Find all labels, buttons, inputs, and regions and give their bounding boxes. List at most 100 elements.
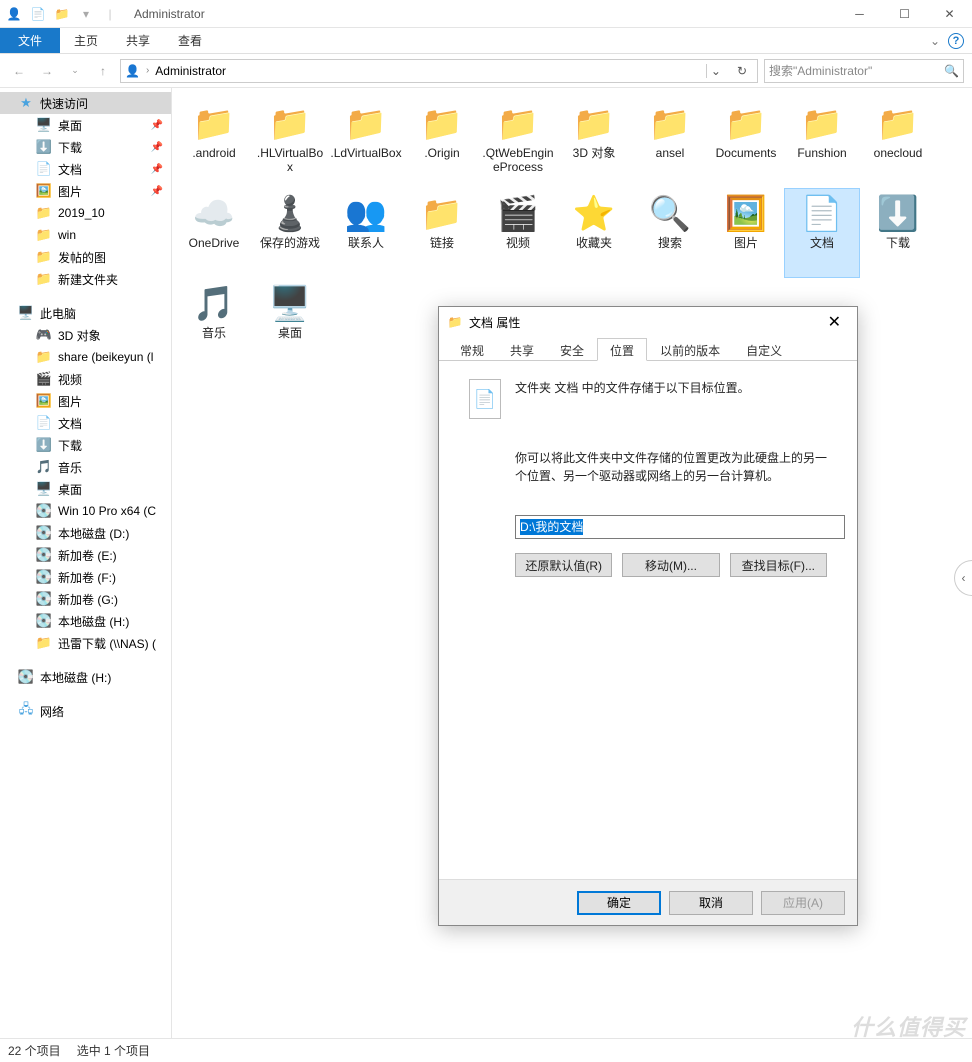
- folder-item[interactable]: 📁.Origin: [404, 98, 480, 188]
- folder-item[interactable]: 📁.android: [176, 98, 252, 188]
- address-dropdown-icon[interactable]: ⌄: [706, 64, 725, 78]
- item-icon: 💽: [36, 613, 52, 629]
- item-icon: 💽: [36, 569, 52, 585]
- close-button[interactable]: ✕: [927, 0, 972, 28]
- dialog-tab[interactable]: 以前的版本: [647, 338, 733, 361]
- folder-item[interactable]: 🖼️图片: [708, 188, 784, 278]
- up-button[interactable]: ↑: [92, 60, 114, 82]
- folder-item[interactable]: 📁3D 对象: [556, 98, 632, 188]
- sidebar-item[interactable]: 💽本地磁盘 (D:): [0, 522, 171, 544]
- sidebar-item[interactable]: 📁发帖的图: [0, 246, 171, 268]
- folder-item[interactable]: 👥联系人: [328, 188, 404, 278]
- path-input[interactable]: D:\我的文档: [515, 515, 845, 539]
- sidebar-item[interactable]: 🖼️图片: [0, 390, 171, 412]
- tab-file[interactable]: 文件: [0, 28, 60, 53]
- sidebar-item[interactable]: 📄文档: [0, 412, 171, 434]
- dialog-tab[interactable]: 安全: [547, 338, 597, 361]
- folder-item[interactable]: ♟️保存的游戏: [252, 188, 328, 278]
- sidebar-item[interactable]: 🎮3D 对象: [0, 324, 171, 346]
- folder-icon: 📁: [418, 194, 466, 234]
- folder-label: 联系人: [348, 236, 384, 250]
- sidebar-item[interactable]: ⬇️下载: [0, 434, 171, 456]
- sidebar-item[interactable]: 💽本地磁盘 (H:): [0, 610, 171, 632]
- sidebar-item[interactable]: 🖥️桌面: [0, 478, 171, 500]
- ribbon-expand-icon[interactable]: ⌄: [930, 34, 940, 48]
- sidebar-quick-access[interactable]: ★ 快速访问: [0, 92, 171, 114]
- search-input[interactable]: 搜索"Administrator" 🔍: [764, 59, 964, 83]
- folder-item[interactable]: 📁Funshion: [784, 98, 860, 188]
- folder-icon: 📁: [722, 104, 770, 144]
- folder-item[interactable]: 📁ansel: [632, 98, 708, 188]
- dialog-tab[interactable]: 共享: [497, 338, 547, 361]
- sidebar-item[interactable]: 📁win: [0, 224, 171, 246]
- sidebar-item[interactable]: 💽新加卷 (F:): [0, 566, 171, 588]
- sidebar-item[interactable]: 📁迅雷下载 (\\NAS) (: [0, 632, 171, 654]
- folder-item[interactable]: 🎬视频: [480, 188, 556, 278]
- sidebar-item[interactable]: 🎵音乐: [0, 456, 171, 478]
- sidebar-item[interactable]: 🖼️图片📌: [0, 180, 171, 202]
- folder-label: 收藏夹: [576, 236, 612, 250]
- cancel-button[interactable]: 取消: [669, 891, 753, 915]
- sidebar-item[interactable]: 💽新加卷 (E:): [0, 544, 171, 566]
- sidebar-item[interactable]: 📁新建文件夹: [0, 268, 171, 290]
- apply-button[interactable]: 应用(A): [761, 891, 845, 915]
- dialog-description-2: 你可以将此文件夹中文件存储的位置更改为此硬盘上的另一个位置、另一个驱动器或网络上…: [515, 449, 827, 485]
- item-icon: 📁: [36, 205, 52, 221]
- find-target-button[interactable]: 查找目标(F)...: [730, 553, 827, 577]
- sidebar-item[interactable]: 🎬视频: [0, 368, 171, 390]
- sidebar-this-pc[interactable]: 🖥️ 此电脑: [0, 302, 171, 324]
- folder-item[interactable]: 🎵音乐: [176, 278, 252, 368]
- sidebar-item[interactable]: 💽新加卷 (G:): [0, 588, 171, 610]
- back-button[interactable]: ←: [8, 60, 30, 82]
- refresh-icon[interactable]: ↻: [731, 64, 753, 78]
- sidebar-item[interactable]: 🖥️桌面📌: [0, 114, 171, 136]
- folder-item[interactable]: 📄文档: [784, 188, 860, 278]
- folder-item[interactable]: 📁.HLVirtualBox: [252, 98, 328, 188]
- sidebar-item-label: 此电脑: [40, 305, 76, 322]
- folder-item[interactable]: ⭐收藏夹: [556, 188, 632, 278]
- folder-icon: ☁️: [190, 194, 238, 234]
- sidebar-item[interactable]: 📄文档📌: [0, 158, 171, 180]
- folder-item[interactable]: ☁️OneDrive: [176, 188, 252, 278]
- tab-share[interactable]: 共享: [112, 28, 164, 53]
- folder-item[interactable]: 🖥️桌面: [252, 278, 328, 368]
- folder-item[interactable]: 📁链接: [404, 188, 480, 278]
- forward-button[interactable]: →: [36, 60, 58, 82]
- folder-item[interactable]: 🔍搜索: [632, 188, 708, 278]
- sidebar-item-label: Win 10 Pro x64 (C: [58, 504, 156, 518]
- folder-item[interactable]: 📁.QtWebEngineProcess: [480, 98, 556, 188]
- folder-item[interactable]: 📁onecloud: [860, 98, 936, 188]
- ok-button[interactable]: 确定: [577, 891, 661, 915]
- folder-label: 搜索: [658, 236, 682, 250]
- folder-item[interactable]: 📁.LdVirtualBox: [328, 98, 404, 188]
- restore-default-button[interactable]: 还原默认值(R): [515, 553, 612, 577]
- folder-item[interactable]: ⬇️下载: [860, 188, 936, 278]
- recent-dropdown[interactable]: ⌄: [64, 60, 86, 82]
- sidebar-item[interactable]: ⬇️下载📌: [0, 136, 171, 158]
- ribbon-tabs: 文件 主页 共享 查看 ⌄ ?: [0, 28, 972, 54]
- dialog-tab[interactable]: 常规: [447, 338, 497, 361]
- address-field[interactable]: 👤 › Administrator ⌄ ↻: [120, 59, 758, 83]
- minimize-button[interactable]: ─: [837, 0, 882, 28]
- dialog-description-1: 文件夹 文档 中的文件存储于以下目标位置。: [515, 379, 750, 397]
- dialog-tab[interactable]: 位置: [597, 338, 647, 361]
- sidebar-item-label: 新加卷 (E:): [58, 547, 117, 564]
- sidebar-drive-extra[interactable]: 💽 本地磁盘 (H:): [0, 666, 171, 688]
- dialog-tab[interactable]: 自定义: [733, 338, 795, 361]
- maximize-button[interactable]: ☐: [882, 0, 927, 28]
- folder-item[interactable]: 📁Documents: [708, 98, 784, 188]
- sidebar-item[interactable]: 📁2019_10: [0, 202, 171, 224]
- pin-icon: 📌: [151, 120, 163, 131]
- move-button[interactable]: 移动(M)...: [622, 553, 719, 577]
- help-icon[interactable]: ?: [948, 33, 964, 49]
- dialog-close-button[interactable]: ✕: [820, 310, 849, 334]
- folder-label: 文档: [810, 236, 834, 250]
- breadcrumb[interactable]: Administrator: [155, 64, 226, 78]
- tab-home[interactable]: 主页: [60, 28, 112, 53]
- dialog-title: 文档 属性: [469, 314, 520, 331]
- sidebar-item[interactable]: 📁share (beikeyun (l: [0, 346, 171, 368]
- sidebar-item[interactable]: 💽Win 10 Pro x64 (C: [0, 500, 171, 522]
- folder-icon: 📁: [494, 104, 542, 144]
- sidebar-network[interactable]: 🖧 网络: [0, 700, 171, 722]
- tab-view[interactable]: 查看: [164, 28, 216, 53]
